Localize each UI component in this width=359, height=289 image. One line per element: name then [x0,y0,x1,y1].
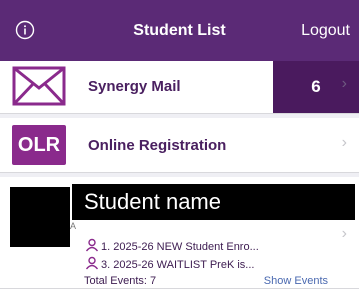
logout-button[interactable]: Logout [301,22,350,40]
event-text: 1. 2025-26 NEW Student Enro... [101,240,259,253]
online-registration-row[interactable]: OLR Online Registration › [0,118,359,173]
student-detail-text: A [70,221,77,231]
chevron-right-icon: › [341,134,347,151]
event-text: 3. 2025-26 WAITLIST PreK is... [101,258,255,271]
top-navbar: Student List Logout [0,0,359,61]
envelope-icon [12,66,66,106]
chevron-right-icon: › [341,225,347,242]
student-name: Student name [72,184,355,220]
person-event-icon [85,256,99,273]
synergy-mail-row[interactable]: Synergy Mail 6 › [0,61,359,114]
event-item[interactable]: 3. 2025-26 WAITLIST PreK is... [85,256,254,273]
student-row[interactable]: Student name A 1. 2025-26 NEW Student En… [0,177,359,289]
show-events-link[interactable]: Show Events [264,275,328,287]
total-events-label: Total Events: 7 [84,275,157,287]
person-event-icon [85,238,99,255]
event-item[interactable]: 1. 2025-26 NEW Student Enro... [85,238,259,255]
chevron-right-icon: › [341,75,347,92]
synergy-mail-label: Synergy Mail [88,78,181,95]
student-avatar [10,187,70,247]
olr-icon: OLR [12,125,66,165]
online-registration-label: Online Registration [88,137,227,154]
